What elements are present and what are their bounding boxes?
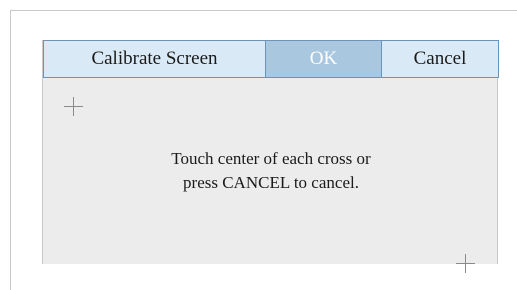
instruction-line-2: press CANCEL to cancel.	[183, 173, 359, 192]
instruction-line-1: Touch center of each cross or	[171, 149, 371, 168]
calibration-dialog: Calibrate Screen OK Cancel Touch center …	[42, 40, 499, 273]
instruction-text: Touch center of each cross or press CANC…	[43, 147, 499, 195]
ok-button[interactable]: OK	[265, 40, 381, 78]
crosshair-icon[interactable]	[64, 97, 83, 116]
crosshair-icon[interactable]	[456, 254, 475, 273]
cancel-button[interactable]: Cancel	[381, 40, 499, 78]
dialog-toolbar: Calibrate Screen OK Cancel	[43, 40, 499, 78]
dialog-title: Calibrate Screen	[43, 40, 265, 78]
